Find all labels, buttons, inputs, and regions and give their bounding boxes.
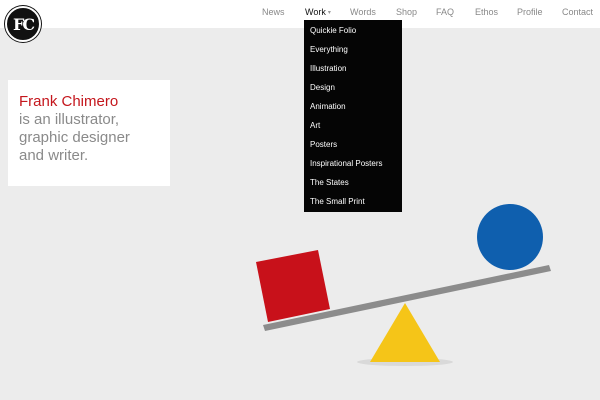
blue-circle — [477, 204, 543, 270]
seesaw-illustration — [256, 204, 551, 366]
red-square — [256, 250, 330, 322]
yellow-triangle — [370, 303, 440, 362]
